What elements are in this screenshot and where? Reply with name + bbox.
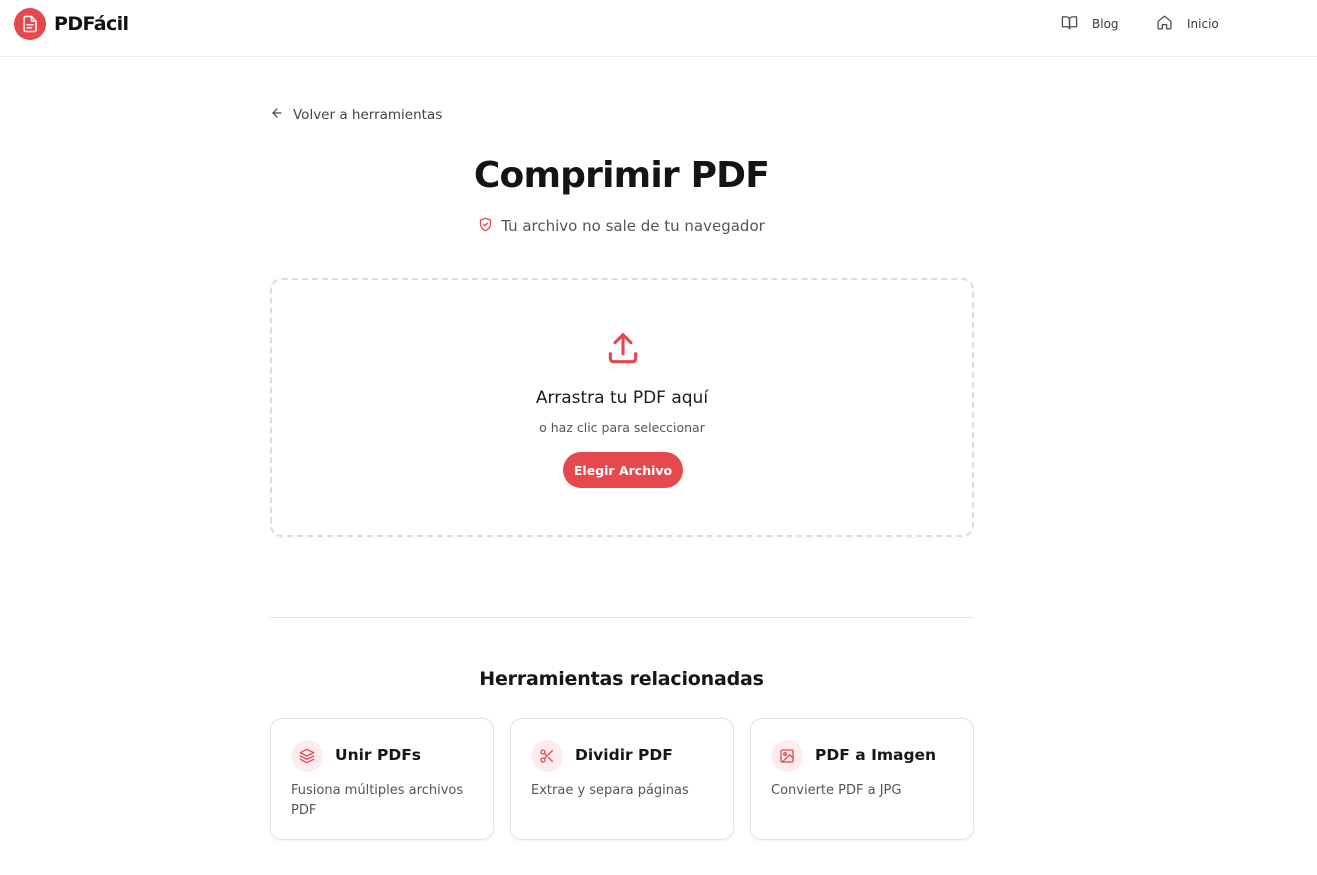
tool-card-description: Extrae y separa páginas	[531, 783, 689, 798]
back-to-tools-link[interactable]: Volver a herramientas	[270, 105, 442, 125]
arrow-left-icon	[270, 106, 293, 124]
page-title: Comprimir PDF	[473, 155, 770, 196]
dropzone-title: Arrastra tu PDF aquí	[535, 388, 709, 408]
choose-file-button[interactable]: Elegir Archivo	[563, 452, 683, 488]
privacy-note: Tu archivo no sale de tu navegador	[0, 215, 1243, 237]
nav-link-inicio[interactable]: Inicio	[1156, 14, 1219, 34]
shield-check-icon	[478, 217, 501, 236]
file-text-icon	[14, 8, 46, 40]
tool-card-title: Unir PDFs	[335, 746, 422, 764]
file-dropzone[interactable]: Arrastra tu PDF aquí o haz clic para sel…	[270, 278, 974, 537]
dropzone-subtitle: o haz clic para seleccionar	[539, 420, 705, 435]
upload-icon	[604, 330, 642, 372]
image-icon	[771, 740, 803, 772]
tool-card-pdf-a-imagen[interactable]: PDF a Imagen Convierte PDF a JPG	[750, 718, 974, 840]
related-tools-heading: Herramientas relacionadas	[479, 668, 764, 690]
book-open-icon	[1061, 14, 1092, 34]
privacy-note-text: Tu archivo no sale de tu navegador	[501, 217, 765, 235]
site-header: PDFácil Blog Inicio	[0, 0, 1317, 57]
tool-card-description: Fusiona múltiples archivos PDF	[291, 783, 464, 818]
section-divider	[270, 617, 974, 618]
brand-name: PDFácil	[54, 13, 129, 35]
brand-logo[interactable]: PDFácil	[14, 8, 129, 40]
tool-card-title: Dividir PDF	[575, 746, 673, 764]
scissors-icon	[531, 740, 563, 772]
back-link-label: Volver a herramientas	[293, 107, 443, 123]
nav-link-label: Inicio	[1187, 17, 1219, 31]
tool-card-title: PDF a Imagen	[815, 746, 937, 764]
nav-link-label: Blog	[1092, 17, 1119, 31]
nav-link-blog[interactable]: Blog	[1061, 14, 1119, 34]
tool-card-unir-pdfs[interactable]: Unir PDFs Fusiona múltiples archivos PDF	[270, 718, 494, 840]
home-icon	[1156, 14, 1187, 34]
layers-icon	[291, 740, 323, 772]
tool-card-description: Convierte PDF a JPG	[771, 783, 902, 798]
tool-card-dividir-pdf[interactable]: Dividir PDF Extrae y separa páginas	[510, 718, 734, 840]
